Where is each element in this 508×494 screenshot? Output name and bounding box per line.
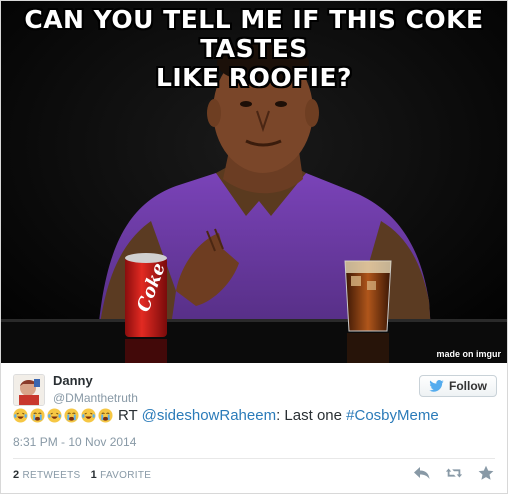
follow-label: Follow <box>449 379 487 393</box>
author-handle[interactable]: @DManthetruth <box>53 391 138 405</box>
crying-emoji-icon <box>98 408 113 423</box>
tweet-card: Coke CAN YOU TELL ME IF THIS COKE TASTES… <box>0 0 508 494</box>
caption-line-2: LIKE ROOFIE? <box>155 63 353 92</box>
tweet-stats: 2 RETWEETS 1 FAVORITE <box>13 469 158 481</box>
laughing-crying-emoji-icon <box>47 408 62 423</box>
imgur-watermark: made on imgur <box>436 349 501 359</box>
caption-line-1: CAN YOU TELL ME IF THIS COKE TASTES <box>24 5 484 63</box>
avatar[interactable] <box>13 374 45 406</box>
retweets-label: RETWEETS <box>22 470 81 481</box>
retweets-stat[interactable]: 2 RETWEETS <box>13 469 81 481</box>
tweet-text-middle: : Last one <box>276 407 347 424</box>
emoji-row <box>13 408 113 423</box>
retweet-icon <box>445 468 463 478</box>
laughing-crying-emoji-icon <box>13 408 28 423</box>
tweet-actions <box>413 464 495 482</box>
tweet-author[interactable]: Danny @DManthetruth <box>53 373 138 405</box>
crying-emoji-icon <box>30 408 45 423</box>
hashtag-link[interactable]: #CosbyMeme <box>346 407 439 424</box>
tweet-text: RT @sideshowRaheem : Last one #CosbyMeme <box>13 407 439 424</box>
favorites-count: 1 <box>90 469 97 481</box>
rt-prefix: RT <box>118 407 142 424</box>
retweets-count: 2 <box>13 469 20 481</box>
author-name[interactable]: Danny <box>53 373 138 388</box>
tweet-timestamp[interactable]: 8:31 PM - 10 Nov 2014 <box>13 435 136 449</box>
reply-icon <box>414 467 430 479</box>
laughing-crying-emoji-icon <box>81 408 96 423</box>
meme-image[interactable]: Coke CAN YOU TELL ME IF THIS COKE TASTES… <box>1 1 507 363</box>
twitter-bird-icon <box>429 380 444 392</box>
avatar-image <box>14 375 44 405</box>
follow-button[interactable]: Follow <box>419 375 497 397</box>
divider <box>13 458 495 459</box>
reply-button[interactable] <box>413 464 431 482</box>
favorite-button[interactable] <box>477 464 495 482</box>
favorites-stat[interactable]: 1 FAVORITE <box>90 469 152 481</box>
star-icon <box>478 465 494 480</box>
mention-link[interactable]: @sideshowRaheem <box>142 407 276 424</box>
meme-caption: CAN YOU TELL ME IF THIS COKE TASTES LIKE… <box>1 5 507 92</box>
favorites-label: FAVORITE <box>100 470 152 481</box>
retweet-button[interactable] <box>445 464 463 482</box>
crying-emoji-icon <box>64 408 79 423</box>
